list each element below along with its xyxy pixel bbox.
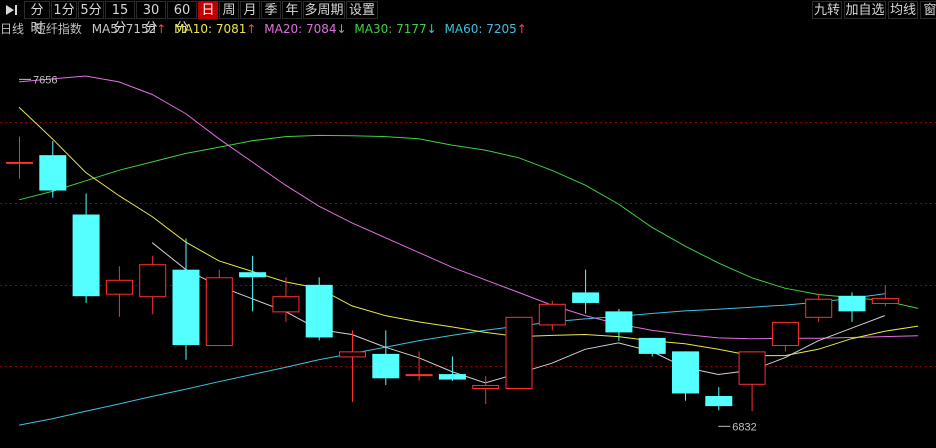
candle-body (39, 155, 67, 191)
toolbar-right-button-1[interactable]: 加自选 (844, 1, 886, 19)
period-button-2[interactable]: 5分 (78, 1, 104, 19)
candle-body (438, 374, 466, 380)
kline-chart[interactable]: 7656 6832 (0, 40, 936, 448)
candle-body (339, 351, 366, 358)
ma10-value: MA10: 7081 (174, 22, 247, 36)
candle-body (838, 295, 866, 312)
ma20-value: MA20: 7084 (264, 22, 337, 36)
period-button-7[interactable]: 周 (219, 1, 239, 19)
period-button-6[interactable]: 日 (198, 1, 218, 19)
period-button-1[interactable]: 1分 (51, 1, 77, 19)
candle-body (605, 311, 633, 333)
candle-body (805, 298, 833, 318)
ma60-value: MA60: 7205 (444, 22, 517, 36)
candle-body (638, 337, 666, 354)
period-toolbar: 分时 1分 5分 15分 30分 60分日周月季年多周期 设置 九转 加自选 均线窗 (0, 0, 936, 36)
period-button-8[interactable]: 月 (240, 1, 260, 19)
toolbar-right-button-3[interactable]: 窗 (920, 1, 936, 19)
candle-body (405, 374, 433, 377)
ma5-arrow: ↑ (156, 22, 167, 36)
period-button-5[interactable]: 60分 (167, 1, 197, 36)
toolbar-right-button-0[interactable]: 九转 (812, 1, 842, 19)
play-end-icon[interactable] (2, 1, 22, 19)
ma10-line (18, 106, 919, 357)
candle-body (672, 351, 699, 394)
period-button-11[interactable]: 多周期 (303, 1, 345, 19)
period-label: 日线 (0, 22, 25, 36)
candle-body (205, 277, 233, 347)
indicator-info-bar: 日线 短纤指数 MA5: 7152↑ MA10: 7081↑ MA20: 708… (0, 21, 527, 37)
candle-body (472, 385, 500, 390)
period-button-4[interactable]: 30分 (136, 1, 166, 36)
toolbar-right-button-2[interactable]: 均线 (888, 1, 918, 19)
candle-body (72, 214, 100, 297)
candle-body (139, 264, 167, 298)
ma20-line (18, 75, 919, 340)
candle-body (871, 297, 899, 304)
candle-body (105, 279, 133, 295)
candle-body (505, 316, 533, 389)
candle-body (305, 284, 333, 338)
ma10-arrow: ↑ (246, 22, 257, 36)
ma30-arrow: ↓ (426, 22, 437, 36)
period-button-0[interactable]: 分时 (24, 1, 50, 36)
ma60-arrow: ↑ (516, 22, 527, 36)
candle-body (372, 353, 400, 379)
candle-body (572, 292, 600, 303)
period-button-12[interactable]: 设置 (346, 1, 378, 19)
high-label: 7656 (33, 74, 57, 86)
period-button-9[interactable]: 季 (261, 1, 281, 19)
period-button-3[interactable]: 15分 (105, 1, 135, 36)
candle-body (738, 351, 766, 385)
candle-body (6, 161, 33, 164)
candle-body (771, 321, 799, 347)
candle-body (705, 396, 733, 407)
candle-body (172, 269, 200, 346)
candle-body (538, 303, 566, 326)
period-button-10[interactable]: 年 (282, 1, 302, 19)
instrument-name: 短纤指数 (33, 22, 82, 36)
ma30-value: MA30: 7177 (354, 22, 427, 36)
low-label: 6832 (732, 421, 756, 433)
candle-body (239, 272, 267, 278)
ma20-arrow: ↓ (336, 22, 347, 36)
ma5-value: MA5: 7152 (91, 22, 157, 36)
candle-body (272, 296, 300, 313)
